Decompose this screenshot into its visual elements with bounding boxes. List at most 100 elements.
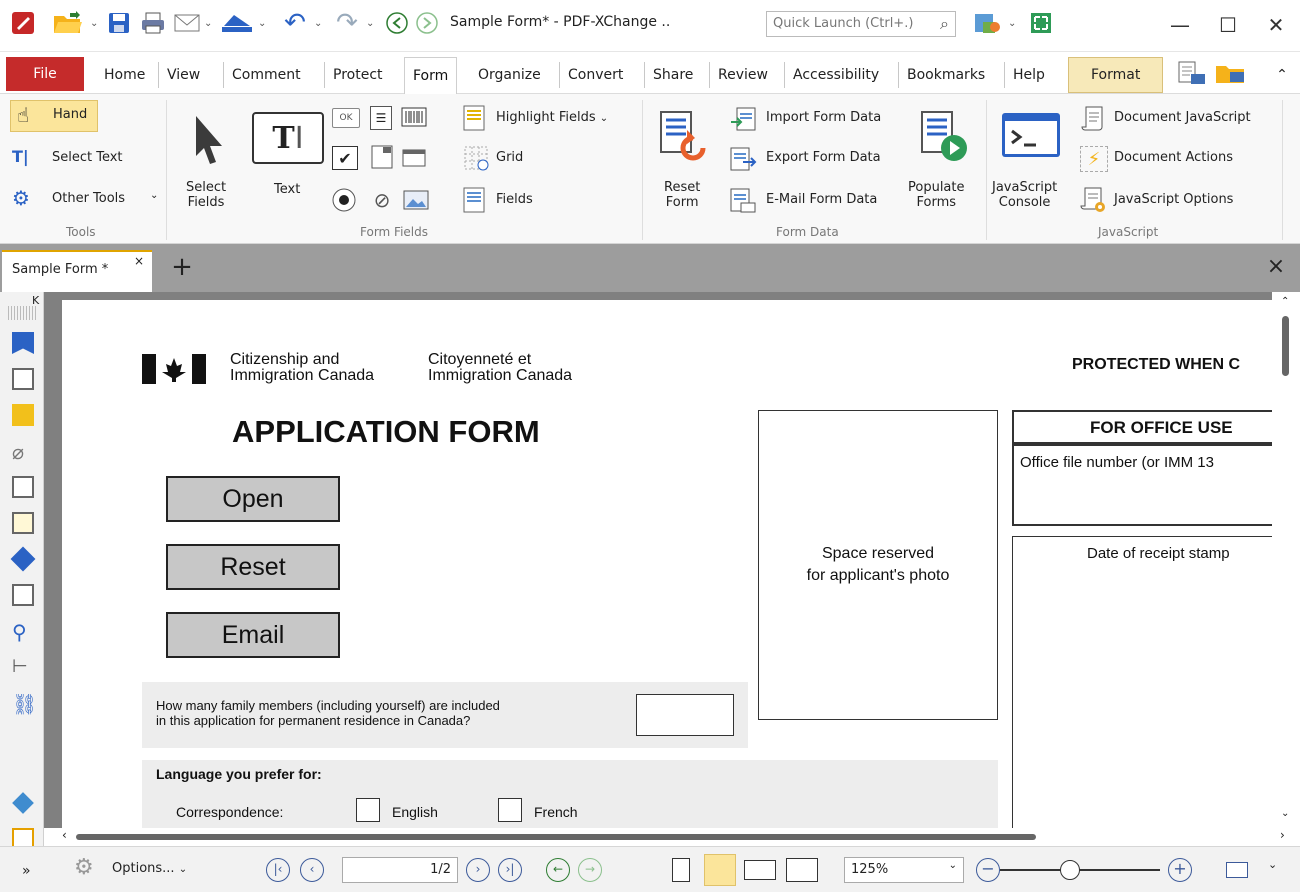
fullscreen-icon[interactable]: [1026, 8, 1056, 38]
options-button[interactable]: Options... ⌄: [112, 861, 187, 876]
attachments-icon[interactable]: ⌀: [12, 440, 34, 464]
cursor-icon[interactable]: [182, 108, 234, 172]
back-view-icon[interactable]: ←: [546, 858, 570, 882]
scan-icon[interactable]: [218, 8, 256, 38]
tab-home[interactable]: Home: [96, 62, 153, 88]
back-icon[interactable]: [382, 8, 412, 38]
date-field-icon[interactable]: [400, 146, 428, 168]
highlight-fields-icon[interactable]: [462, 104, 486, 132]
forward-view-icon[interactable]: →: [578, 858, 602, 882]
content-icon[interactable]: [12, 584, 34, 606]
highlight-fields-label[interactable]: Highlight Fields ⌄: [496, 110, 608, 125]
tab-help[interactable]: Help: [1004, 62, 1053, 88]
tab-form[interactable]: Form: [404, 57, 458, 94]
tab-accessibility[interactable]: Accessibility: [784, 62, 887, 88]
close-all-tabs-button[interactable]: ×: [1262, 254, 1290, 284]
vertical-scroll-thumb[interactable]: [1282, 316, 1289, 376]
tab-view[interactable]: View: [158, 62, 208, 88]
layers-icon[interactable]: [10, 546, 36, 572]
text-field-icon[interactable]: TI: [252, 112, 324, 164]
document-tab-sample-form[interactable]: Sample Form * ×: [2, 250, 152, 292]
zoom-out-icon[interactable]: −: [976, 858, 1000, 882]
javascript-options-icon[interactable]: [1080, 186, 1108, 214]
open-button[interactable]: Open: [166, 476, 340, 522]
fields-panel-icon[interactable]: [12, 476, 34, 498]
redo-icon[interactable]: ↷: [330, 8, 364, 38]
fields-icon[interactable]: [462, 186, 486, 214]
status-overflow-icon[interactable]: »: [22, 863, 31, 879]
hand-tool-button[interactable]: ☝ Hand: [10, 100, 98, 132]
email-button[interactable]: Email: [166, 612, 340, 658]
zoom-in-icon[interactable]: +: [1168, 858, 1192, 882]
email-icon[interactable]: [172, 8, 202, 38]
zoom-slider-track[interactable]: [1000, 869, 1160, 871]
french-checkbox[interactable]: [498, 798, 522, 822]
export-form-data-icon[interactable]: [728, 146, 758, 172]
tab-protect[interactable]: Protect: [324, 62, 391, 88]
comments-icon[interactable]: [12, 404, 34, 426]
tab-bookmarks[interactable]: Bookmarks: [898, 62, 993, 88]
populate-forms-label[interactable]: Populate Forms: [908, 180, 965, 210]
undo-icon[interactable]: ↶: [278, 8, 312, 38]
close-tab-icon[interactable]: ×: [134, 254, 144, 268]
tags-icon[interactable]: [12, 792, 34, 814]
chevron-down-icon[interactable]: ⌄: [204, 8, 212, 38]
zoom-select[interactable]: 125% ⌄: [844, 857, 964, 883]
radio-button-icon[interactable]: [330, 186, 358, 214]
open-icon[interactable]: [50, 8, 88, 38]
page-layout-icon[interactable]: [1226, 862, 1248, 878]
document-javascript-icon[interactable]: [1080, 104, 1108, 132]
next-page-icon[interactable]: ›: [466, 858, 490, 882]
reset-form-icon[interactable]: [654, 104, 710, 168]
chevron-down-icon[interactable]: ⌄: [258, 8, 266, 38]
tab-format[interactable]: Format: [1068, 57, 1164, 93]
reset-button[interactable]: Reset: [166, 544, 340, 590]
tab-share[interactable]: Share: [644, 62, 701, 88]
chevron-down-icon[interactable]: ⌄: [1008, 8, 1016, 38]
destinations-icon[interactable]: ⚲: [12, 620, 34, 644]
status-chevron-icon[interactable]: ⌄: [1268, 858, 1277, 871]
grid-label[interactable]: Grid: [496, 150, 523, 165]
document-actions-label[interactable]: Document Actions: [1114, 150, 1233, 165]
close-window-button[interactable]: ✕: [1256, 10, 1296, 40]
email-form-data-icon[interactable]: [728, 186, 758, 214]
horizontal-scroll-thumb[interactable]: [76, 834, 1036, 840]
select-text-button[interactable]: T| Select Text: [10, 145, 140, 173]
page-number-input[interactable]: 1/2: [342, 857, 458, 883]
english-checkbox[interactable]: [356, 798, 380, 822]
barcode-icon[interactable]: [400, 106, 428, 128]
signature-field-icon[interactable]: ⊘: [368, 188, 396, 212]
grid-icon[interactable]: [462, 144, 490, 172]
listbox-icon[interactable]: ☰: [370, 106, 392, 130]
single-page-icon[interactable]: [672, 858, 690, 882]
tab-file[interactable]: File: [6, 57, 84, 91]
forward-icon[interactable]: [412, 8, 442, 38]
first-page-icon[interactable]: |‹: [266, 858, 290, 882]
combobox-icon[interactable]: [370, 144, 394, 170]
scroll-down-icon[interactable]: ⌄: [1281, 808, 1289, 819]
tab-convert[interactable]: Convert: [559, 62, 631, 88]
javascript-console-label[interactable]: JavaScript Console: [992, 180, 1057, 210]
links-icon[interactable]: ⛓: [12, 692, 37, 716]
tab-review[interactable]: Review: [709, 62, 776, 88]
collapse-ribbon-icon[interactable]: ⌃: [1272, 60, 1292, 90]
scroll-right-icon[interactable]: ›: [1280, 828, 1285, 842]
print-icon[interactable]: [138, 8, 168, 38]
fields-label[interactable]: Fields: [496, 192, 533, 207]
tab-comment[interactable]: Comment: [223, 62, 309, 88]
continuous-view-icon[interactable]: [704, 854, 736, 886]
import-form-data-label[interactable]: Import Form Data: [766, 110, 881, 125]
document-actions-icon[interactable]: ⚡: [1080, 146, 1108, 172]
javascript-console-icon[interactable]: [998, 108, 1064, 162]
grip-handle[interactable]: [8, 306, 38, 320]
reset-form-label[interactable]: Reset Form: [664, 180, 700, 210]
previous-page-icon[interactable]: ‹: [300, 858, 324, 882]
image-field-icon[interactable]: [402, 188, 430, 212]
import-form-data-icon[interactable]: [728, 106, 758, 132]
tab-organize[interactable]: Organize: [470, 62, 549, 88]
last-page-icon[interactable]: ›|: [498, 858, 522, 882]
pages-icon[interactable]: [12, 368, 34, 390]
save-icon[interactable]: [104, 8, 134, 38]
minimize-button[interactable]: —: [1160, 10, 1200, 40]
maximize-button[interactable]: ☐: [1208, 10, 1248, 40]
